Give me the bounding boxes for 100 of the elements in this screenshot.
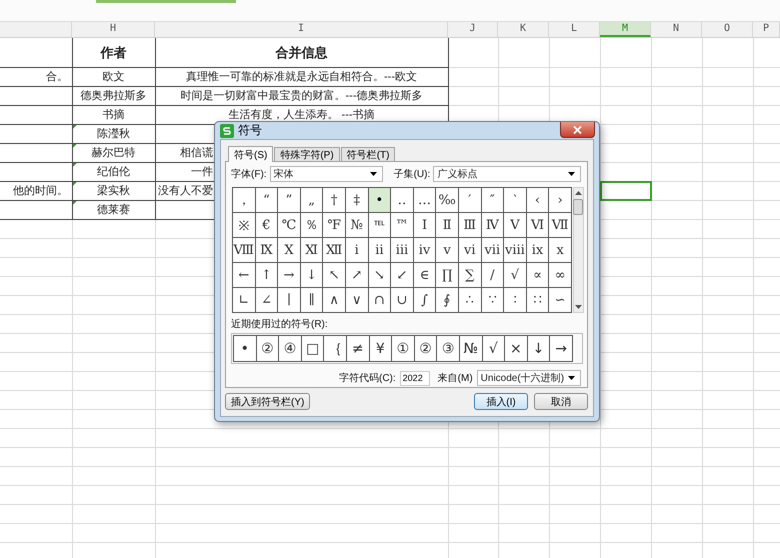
column-header[interactable]: J — [448, 22, 498, 37]
symbol-cell[interactable]: ∞ — [549, 263, 571, 287]
symbol-cell[interactable]: ′ — [458, 188, 481, 212]
close-button[interactable] — [560, 122, 595, 138]
symbol-cell[interactable]: “ — [256, 188, 278, 212]
recent-symbol[interactable]: № — [460, 336, 482, 361]
symbol-cell[interactable]: ∠ — [256, 288, 278, 312]
symbol-cell[interactable]: ∽ — [549, 288, 571, 312]
recent-symbol[interactable]: ④ — [279, 336, 301, 361]
symbol-cell[interactable]: Ⅰ — [414, 213, 436, 237]
column-header[interactable]: P — [753, 22, 780, 37]
symbol-cell[interactable]: Ⅶ — [549, 213, 571, 237]
dialog-tab[interactable]: 符号栏(T) — [340, 147, 396, 161]
symbol-cell[interactable]: ∪ — [391, 288, 413, 312]
symbol-cell[interactable]: Ⅲ — [458, 213, 481, 237]
symbol-cell[interactable]: ↘ — [368, 263, 390, 287]
symbol-cell[interactable]: ⅰ — [346, 238, 368, 262]
symbol-cell[interactable]: ‡ — [346, 188, 368, 212]
symbol-cell[interactable]: ∑ — [458, 263, 481, 287]
symbol-cell[interactable]: ∮ — [436, 288, 458, 312]
recent-symbol[interactable]: → — [550, 336, 572, 361]
symbol-cell[interactable]: ※ — [233, 213, 255, 237]
dialog-button[interactable]: 插入(I) — [474, 393, 528, 410]
scrollbar[interactable] — [572, 187, 584, 313]
recent-symbol[interactable]: √ — [482, 336, 504, 361]
dialog-tab[interactable]: 特殊字符(P) — [274, 147, 340, 161]
symbol-cell[interactable]: Ⅷ — [233, 238, 255, 262]
symbol-cell[interactable]: ％ — [300, 213, 322, 237]
symbol-cell[interactable]: ℃ — [278, 213, 300, 237]
symbol-cell[interactable]: → — [278, 263, 300, 287]
symbol-cell[interactable]: ∴ — [458, 288, 481, 312]
recent-symbol[interactable]: ② — [414, 336, 436, 361]
symbol-cell[interactable]: Ⅳ — [482, 213, 504, 237]
symbol-cell[interactable]: ⅹ — [549, 238, 571, 262]
column-header[interactable]: H — [72, 22, 155, 37]
symbol-cell[interactable]: ∧ — [323, 288, 345, 312]
symbol-cell[interactable]: ↖ — [323, 263, 345, 287]
symbol-cell[interactable]: ℉ — [323, 213, 345, 237]
recent-symbol[interactable]: ① — [392, 336, 414, 361]
symbol-cell[interactable]: ∨ — [346, 288, 368, 312]
symbol-cell[interactable]: ‥ — [391, 188, 413, 212]
symbol-cell[interactable]: Ⅸ — [256, 238, 278, 262]
symbol-cell[interactable]: √ — [504, 263, 526, 287]
symbol-cell[interactable]: Ⅱ — [436, 213, 458, 237]
symbol-cell[interactable]: Ⅻ — [323, 238, 345, 262]
symbol-cell[interactable]: ∷ — [526, 288, 548, 312]
recent-symbol[interactable]: • — [234, 336, 256, 361]
symbol-cell[interactable]: Ⅴ — [504, 213, 526, 237]
column-header[interactable]: K — [498, 22, 549, 37]
dialog-tab[interactable]: 符号(S) — [228, 146, 274, 162]
symbol-cell[interactable]: ∝ — [526, 263, 548, 287]
scroll-thumb[interactable] — [573, 199, 584, 215]
dialog-button[interactable]: 取消 — [534, 393, 588, 410]
column-header[interactable]: N — [651, 22, 702, 37]
symbol-cell[interactable]: ⅱ — [368, 238, 390, 262]
symbol-cell[interactable]: ∈ — [414, 263, 436, 287]
dialog-button[interactable]: 插入到符号栏(Y) — [225, 393, 310, 410]
symbol-cell[interactable]: ‰ — [436, 188, 458, 212]
symbol-cell[interactable]: ↓ — [300, 263, 322, 287]
symbol-cell[interactable]: Ⅵ — [526, 213, 548, 237]
subset-dropdown[interactable]: 广义标点 — [433, 166, 581, 182]
symbol-cell[interactable]: ⅸ — [526, 238, 548, 262]
symbol-cell[interactable]: ∥ — [300, 288, 322, 312]
symbol-cell[interactable]: ″ — [482, 188, 504, 212]
column-header[interactable]: O — [702, 22, 753, 37]
symbol-cell[interactable]: ℡ — [368, 213, 390, 237]
symbol-cell[interactable]: ” — [278, 188, 300, 212]
symbol-cell[interactable]: ↙ — [391, 263, 413, 287]
recent-symbol[interactable]: ↓ — [528, 336, 550, 361]
code-field[interactable]: 2022 — [400, 370, 430, 386]
symbol-cell[interactable]: … — [414, 188, 436, 212]
symbol-cell[interactable]: ⅶ — [482, 238, 504, 262]
symbol-cell[interactable]: ∏ — [436, 263, 458, 287]
symbol-cell[interactable]: Ⅹ — [278, 238, 300, 262]
symbol-cell[interactable]: › — [549, 188, 571, 212]
recent-symbol[interactable]: ③ — [437, 336, 459, 361]
symbol-cell[interactable]: ∟ — [233, 288, 255, 312]
recent-symbol[interactable]: ｛ — [324, 336, 346, 361]
symbol-cell[interactable]: ⅳ — [414, 238, 436, 262]
symbol-cell[interactable]: ⅴ — [436, 238, 458, 262]
column-header[interactable]: I — [155, 22, 448, 37]
symbol-cell[interactable]: ⅷ — [504, 238, 526, 262]
symbol-cell[interactable]: ↗ — [346, 263, 368, 287]
recent-symbol[interactable]: ② — [256, 336, 278, 361]
symbol-cell[interactable]: • — [368, 188, 390, 212]
recent-symbol[interactable]: ≠ — [346, 336, 369, 361]
symbol-cell[interactable]: № — [346, 213, 368, 237]
selected-cell[interactable] — [600, 181, 652, 201]
symbol-cell[interactable]: Ⅺ — [300, 238, 322, 262]
font-dropdown[interactable]: 宋体 — [270, 166, 383, 182]
symbol-cell[interactable]: € — [256, 213, 278, 237]
symbol-cell[interactable]: ∕ — [482, 263, 504, 287]
symbol-cell[interactable]: „ — [300, 188, 322, 212]
symbol-cell[interactable]: ∫ — [414, 288, 436, 312]
recent-symbol[interactable]: □ — [302, 336, 324, 361]
encoding-dropdown[interactable]: Unicode(十六进制) — [476, 370, 581, 386]
symbol-cell[interactable]: ∶ — [504, 288, 526, 312]
symbol-cell[interactable]: † — [323, 188, 345, 212]
symbol-cell[interactable]: ∩ — [368, 288, 390, 312]
symbol-cell[interactable]: ™ — [391, 213, 413, 237]
